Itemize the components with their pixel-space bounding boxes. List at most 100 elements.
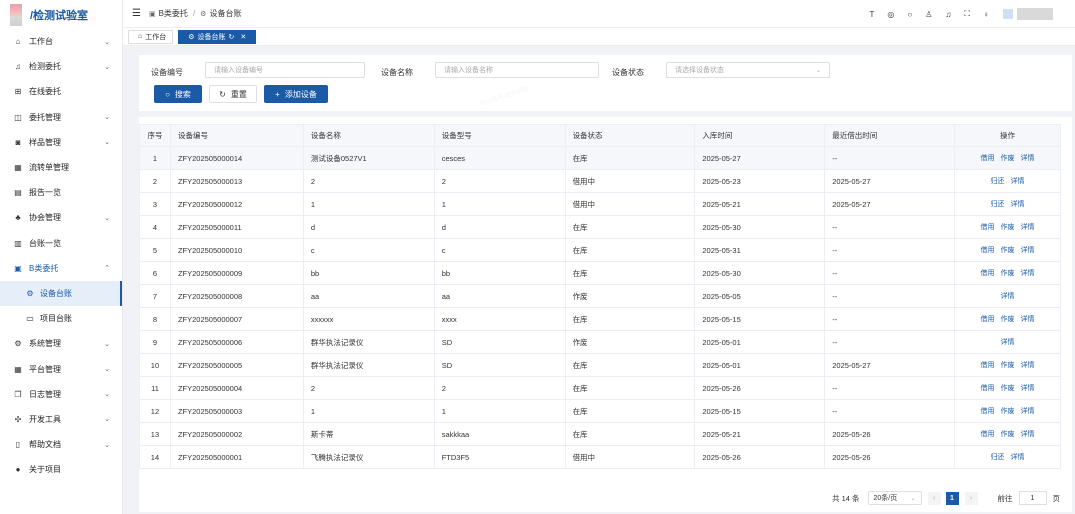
action-link[interactable]: 作废 [1001, 316, 1015, 323]
tab-device-ledger[interactable]: ⚙ 设备台账 ↻ ✕ [178, 29, 257, 44]
sidebar-item[interactable]: ✣ 开发工具 ⌄ [0, 407, 122, 432]
bell-icon[interactable]: ♫ [945, 10, 951, 19]
font-size-icon[interactable]: T [870, 10, 875, 19]
sidebar-item[interactable]: ▯ 帮助文档 ⌄ [0, 432, 122, 457]
action-link[interactable]: 详情 [1021, 270, 1035, 277]
sidebar-item[interactable]: ❐ 日志管理 ⌄ [0, 382, 122, 407]
action-link[interactable]: 借用 [981, 431, 995, 438]
sidebar-sub-item[interactable]: ⚙ 设备台账 [0, 280, 122, 307]
action-link[interactable]: 借用 [981, 270, 995, 277]
sidebar-item[interactable]: ♣ 协会管理 ⌄ [0, 205, 122, 230]
table-cell-model: bb [434, 261, 566, 285]
action-link[interactable]: 详情 [1021, 431, 1035, 438]
action-link[interactable]: 详情 [1021, 224, 1035, 231]
action-link[interactable]: 借用 [981, 408, 995, 415]
sidebar-item[interactable]: ▣ B类委托 ⌃ [0, 256, 122, 281]
action-link[interactable]: 借用 [981, 385, 995, 392]
table-cell-actions: 借用 作废 详情 [954, 353, 1061, 377]
action-link[interactable]: 详情 [1011, 454, 1025, 461]
target-icon[interactable]: ◎ [887, 10, 894, 19]
name-input[interactable]: 请输入设备名称 [435, 62, 599, 78]
action-link[interactable]: 详情 [1011, 178, 1025, 185]
sidebar-item[interactable]: ⚙ 系统管理 ⌄ [0, 331, 122, 356]
action-link[interactable]: 归还 [991, 178, 1005, 185]
table-cell-in-date: 2025-05-23 [694, 169, 826, 193]
table-cell-actions: 详情 [954, 330, 1061, 354]
action-link[interactable]: 作废 [1001, 408, 1015, 415]
page-number[interactable]: 1 [945, 491, 959, 505]
sidebar-item[interactable]: ▤ 报告一览 [0, 180, 122, 205]
device-table: 序号 设备编号 设备名称 设备型号 设备状态 入库时间 最近借出时间 操作 1 ZFY20250… [139, 124, 1061, 469]
action-link[interactable]: 借用 [981, 362, 995, 369]
close-icon[interactable]: ✕ [240, 33, 246, 41]
action-link[interactable]: 作废 [1001, 270, 1015, 277]
prev-page-button[interactable]: ‹ [927, 491, 941, 505]
table-cell-in-date: 2025-05-26 [694, 376, 826, 400]
action-link[interactable]: 详情 [1021, 316, 1035, 323]
action-link[interactable]: 详情 [1021, 247, 1035, 254]
sidebar-item[interactable]: ◙ 样品管理 ⌄ [0, 130, 122, 155]
page-size-select[interactable]: 20条/页 ⌄ [867, 491, 922, 505]
status-select[interactable]: 请选择设备状态 ⌄ [666, 62, 830, 78]
sidebar-sub-item[interactable]: ▭ 项目台账 [0, 306, 122, 331]
tab-home[interactable]: ⌂ 工作台 [128, 29, 174, 44]
action-link[interactable]: 详情 [1021, 362, 1035, 369]
next-page-button[interactable]: › [964, 491, 978, 505]
action-link[interactable]: 作废 [1001, 362, 1015, 369]
avatar[interactable] [1003, 9, 1013, 19]
table-cell-status: 在库 [565, 376, 696, 400]
sidebar-item-label: 委托管理 [29, 112, 61, 122]
action-link[interactable]: 借用 [981, 316, 995, 323]
action-link[interactable]: 详情 [1001, 293, 1015, 300]
action-link[interactable]: 详情 [1021, 408, 1035, 415]
search-button[interactable]: ○ 搜索 [154, 85, 202, 103]
code-input[interactable]: 请输入设备编号 [205, 62, 365, 78]
action-link[interactable]: 借用 [981, 155, 995, 162]
action-link[interactable]: 借用 [981, 247, 995, 254]
breadcrumb: ▣ B类委托 / ⚙ 设备台账 [149, 8, 241, 19]
refresh-icon[interactable]: ↻ [229, 33, 235, 41]
sidebar-item[interactable]: ⌂ 工作台 ⌄ [0, 29, 122, 54]
sidebar-menu: ⌂ 工作台 ⌄ ♫ 检测委托 ⌄ ⊞ 在线委托 ◫ 委托管理 ⌄ ◙ 样品管理 ⌄ ▦ 流转单管理 ▤ 报告一览 ♣… [0, 29, 122, 482]
reset-button[interactable]: ↻ 重置 [209, 85, 257, 103]
sidebar-item[interactable]: ● 关于项目 [0, 457, 122, 482]
action-link[interactable]: 作废 [1001, 224, 1015, 231]
action-link[interactable]: 作废 [1001, 385, 1015, 392]
table-cell-status: 在库 [565, 353, 696, 377]
reset-button-label: 重置 [230, 89, 247, 99]
table-cell-code: ZFY202505000003 [170, 399, 304, 423]
hamburger-icon[interactable]: ☰ [132, 8, 141, 19]
table-cell-model: xxxx [434, 307, 566, 331]
action-link[interactable]: 作废 [1001, 155, 1015, 162]
shirt-icon[interactable]: ♙ [925, 10, 932, 19]
table-cell-status: 在库 [565, 261, 696, 285]
action-link[interactable]: 详情 [1021, 155, 1035, 162]
tool-icon: ✣ [14, 414, 22, 424]
add-device-button[interactable]: + 添加设备 [264, 85, 328, 103]
sidebar-item[interactable]: ⊞ 在线委托 [0, 79, 122, 104]
search-icon[interactable]: ○ [907, 10, 912, 19]
table-header-cell: 入库时间 [694, 124, 826, 147]
sidebar-item[interactable]: ▦ 平台管理 ⌄ [0, 356, 122, 381]
sidebar-item[interactable]: ▦ 流转单管理 [0, 155, 122, 180]
breadcrumb-item[interactable]: B类委托 [159, 8, 188, 19]
user-icon[interactable]: ♀ [983, 10, 989, 19]
action-link[interactable]: 作废 [1001, 431, 1015, 438]
sidebar-item[interactable]: ◫ 委托管理 ⌄ [0, 105, 122, 130]
action-link[interactable]: 作废 [1001, 247, 1015, 254]
action-link[interactable]: 详情 [1021, 385, 1035, 392]
sidebar-item[interactable]: ♫ 检测委托 ⌄ [0, 54, 122, 79]
goto-input[interactable]: 1 [1018, 491, 1047, 505]
fullscreen-icon[interactable]: ⛶ [964, 9, 970, 19]
action-link[interactable]: 归还 [991, 201, 1005, 208]
action-link[interactable]: 借用 [981, 224, 995, 231]
table-cell-lend-date: 2025-05-27 [824, 192, 956, 216]
home-icon: ⌂ [138, 33, 143, 40]
sidebar-item[interactable]: ▥ 台账一览 [0, 231, 122, 256]
table-cell-actions: 借用 作废 详情 [954, 146, 1061, 170]
user-name-redacted[interactable] [1017, 8, 1053, 20]
table-cell-in-date: 2025-05-27 [694, 146, 826, 170]
action-link[interactable]: 归还 [991, 454, 1005, 461]
action-link[interactable]: 详情 [1011, 201, 1025, 208]
action-link[interactable]: 详情 [1001, 339, 1015, 346]
